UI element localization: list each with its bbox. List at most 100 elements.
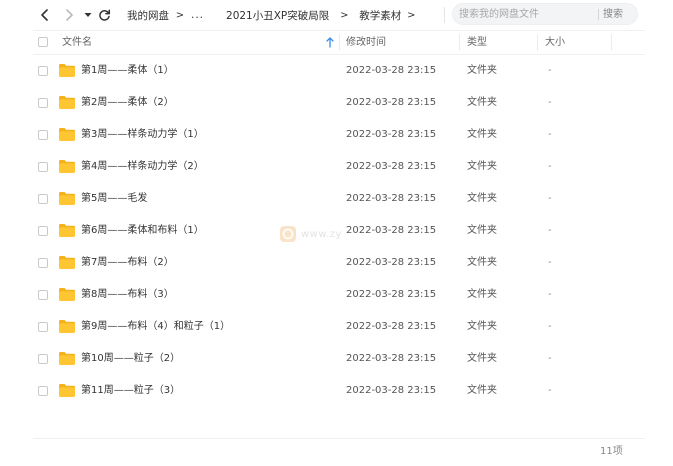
arrow-up-icon[interactable] [326, 37, 334, 48]
column-divider[interactable] [339, 34, 340, 51]
file-row[interactable]: 第1周——柔体（1） 2022-03-28 23:15 文件夹 - [33, 55, 645, 87]
file-type: 文件夹 [467, 65, 497, 76]
toolbar: 我的网盘 > ... 2021小丑XP突破局限 > 教学素材 > 搜索 [0, 0, 673, 30]
file-type: 文件夹 [467, 129, 497, 140]
row-checkbox[interactable] [38, 66, 48, 76]
file-name[interactable]: 第1周——柔体（1） [81, 55, 174, 87]
toolbar-divider [444, 7, 445, 23]
column-divider[interactable] [537, 34, 538, 51]
file-size: - [548, 257, 552, 268]
refresh-button[interactable] [96, 6, 112, 24]
file-size: - [548, 97, 552, 108]
back-button[interactable] [36, 6, 54, 24]
folder-icon [59, 96, 75, 109]
file-type: 文件夹 [467, 225, 497, 236]
file-row[interactable]: 第2周——柔体（2） 2022-03-28 23:15 文件夹 - [33, 87, 645, 119]
file-size: - [548, 193, 552, 204]
folder-icon [59, 192, 75, 205]
row-checkbox[interactable] [38, 130, 48, 140]
file-modified-time: 2022-03-28 23:15 [346, 321, 437, 332]
file-row[interactable]: 第5周——毛发 2022-03-28 23:15 文件夹 - [33, 183, 645, 215]
file-row[interactable]: 第4周——样条动力学（2） 2022-03-28 23:15 文件夹 - [33, 151, 645, 183]
file-name[interactable]: 第11周——粒子（3） [81, 375, 180, 407]
file-row[interactable]: 第9周——布料（4）和粒子（1） 2022-03-28 23:15 文件夹 - [33, 311, 645, 343]
row-checkbox[interactable] [38, 290, 48, 300]
file-modified-time: 2022-03-28 23:15 [346, 257, 437, 268]
row-checkbox[interactable] [38, 354, 48, 364]
file-name[interactable]: 第4周——样条动力学（2） [81, 151, 204, 183]
file-type: 文件夹 [467, 257, 497, 268]
search-input[interactable] [459, 6, 589, 22]
folder-icon [59, 64, 75, 77]
breadcrumb-item-materials[interactable]: 教学素材 [359, 8, 401, 23]
file-modified-time: 2022-03-28 23:15 [346, 193, 437, 204]
file-modified-time: 2022-03-28 23:15 [346, 161, 437, 172]
folder-icon [59, 128, 75, 141]
file-row[interactable]: 第7周——布料（2） 2022-03-28 23:15 文件夹 - [33, 247, 645, 279]
file-type: 文件夹 [467, 385, 497, 396]
file-name[interactable]: 第7周——布料（2） [81, 247, 174, 279]
file-row[interactable]: 第3周——样条动力学（1） 2022-03-28 23:15 文件夹 - [33, 119, 645, 151]
file-size: - [548, 65, 552, 76]
history-dropdown-button[interactable] [82, 6, 94, 24]
file-row[interactable]: 第10周——粒子（2） 2022-03-28 23:15 文件夹 - [33, 343, 645, 375]
file-type: 文件夹 [467, 353, 497, 364]
file-name[interactable]: 第2周——柔体（2） [81, 87, 174, 119]
column-divider[interactable] [459, 34, 460, 51]
file-type: 文件夹 [467, 289, 497, 300]
column-header-modified[interactable]: 修改时间 [346, 31, 386, 54]
file-row[interactable]: 第11周——粒子（3） 2022-03-28 23:15 文件夹 - [33, 375, 645, 407]
file-type: 文件夹 [467, 97, 497, 108]
file-modified-time: 2022-03-28 23:15 [346, 225, 437, 236]
refresh-icon [98, 8, 110, 21]
search-button[interactable]: 搜索 [603, 7, 623, 22]
row-checkbox[interactable] [38, 162, 48, 172]
file-size: - [548, 225, 552, 236]
row-checkbox[interactable] [38, 194, 48, 204]
search-box: 搜索 [452, 3, 638, 25]
file-row[interactable]: 第6周——柔体和布料（1） 2022-03-28 23:15 文件夹 - [33, 215, 645, 247]
column-header-type[interactable]: 类型 [467, 31, 487, 54]
file-name[interactable]: 第9周——布料（4）和粒子（1） [81, 311, 230, 343]
row-checkbox[interactable] [38, 386, 48, 396]
breadcrumb-ellipsis[interactable]: ... [191, 9, 204, 21]
file-list-header: 文件名 修改时间 类型 大小 [33, 30, 645, 55]
file-modified-time: 2022-03-28 23:15 [346, 353, 437, 364]
file-size: - [548, 129, 552, 140]
row-checkbox[interactable] [38, 98, 48, 108]
file-modified-time: 2022-03-28 23:15 [346, 289, 437, 300]
file-type: 文件夹 [467, 161, 497, 172]
file-size: - [548, 385, 552, 396]
row-checkbox[interactable] [38, 226, 48, 236]
file-name[interactable]: 第6周——柔体和布料（1） [81, 215, 204, 247]
folder-icon [59, 160, 75, 173]
row-checkbox[interactable] [38, 322, 48, 332]
file-row[interactable]: 第8周——布料（3） 2022-03-28 23:15 文件夹 - [33, 279, 645, 311]
caret-down-icon [84, 13, 92, 17]
file-name[interactable]: 第3周——样条动力学（1） [81, 119, 204, 151]
breadcrumb-root[interactable]: 我的网盘 [127, 8, 169, 23]
chevron-left-icon [41, 9, 48, 21]
folder-icon [59, 256, 75, 269]
file-modified-time: 2022-03-28 23:15 [346, 129, 437, 140]
breadcrumb-separator: > [175, 9, 185, 21]
column-divider[interactable] [611, 34, 612, 51]
select-all-checkbox[interactable] [38, 37, 48, 47]
column-header-size[interactable]: 大小 [545, 31, 565, 54]
search-divider [598, 9, 599, 20]
file-modified-time: 2022-03-28 23:15 [346, 97, 437, 108]
folder-icon [59, 320, 75, 333]
forward-button[interactable] [60, 6, 78, 24]
breadcrumb-item-course[interactable]: 2021小丑XP突破局限 [226, 8, 329, 23]
folder-icon [59, 224, 75, 237]
file-name[interactable]: 第8周——布料（3） [81, 279, 174, 311]
breadcrumb-separator: > [407, 9, 416, 21]
chevron-right-icon [66, 9, 73, 21]
file-size: - [548, 289, 552, 300]
row-checkbox[interactable] [38, 258, 48, 268]
file-name[interactable]: 第5周——毛发 [81, 183, 147, 215]
file-name[interactable]: 第10周——粒子（2） [81, 343, 180, 375]
file-size: - [548, 353, 552, 364]
breadcrumb: 我的网盘 > ... 2021小丑XP突破局限 > 教学素材 > [127, 7, 421, 23]
column-header-name[interactable]: 文件名 [62, 31, 342, 54]
